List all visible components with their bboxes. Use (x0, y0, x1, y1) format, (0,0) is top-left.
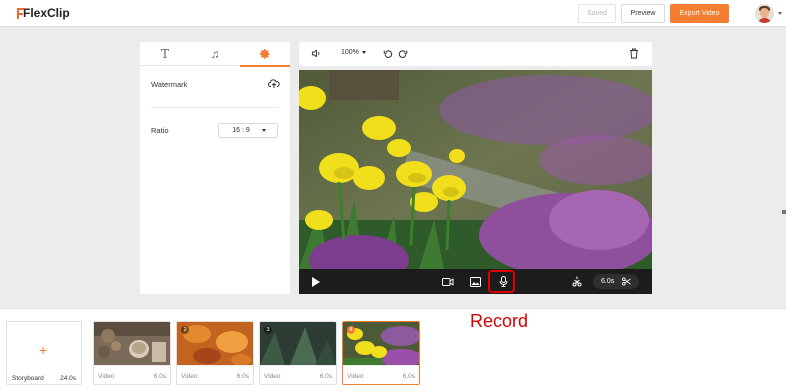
play-icon (312, 276, 320, 287)
redo-icon[interactable] (398, 49, 408, 59)
image-icon (470, 276, 481, 287)
play-button[interactable] (307, 273, 324, 290)
trash-icon[interactable] (629, 48, 639, 59)
ratio-label: Ratio (151, 126, 169, 135)
ratio-value: 16 : 9 (232, 127, 250, 134)
avatar-body (758, 18, 771, 23)
split-icon (572, 276, 581, 287)
clip-duration: 6.0s (319, 373, 332, 380)
clip-duration: 6.0s (236, 373, 249, 380)
clip-footer: Video 6.0s (260, 365, 336, 384)
clip-footer: Video 6.0s (94, 365, 170, 384)
scissors-icon (622, 277, 631, 286)
clip-duration: 6.0s (402, 373, 415, 380)
clip-thumbnail: 3 (260, 322, 336, 365)
panel-tabs: T ♫ (140, 42, 290, 67)
tab-settings[interactable] (240, 42, 290, 67)
add-scene-icon[interactable]: + (39, 342, 47, 358)
tab-text[interactable]: T (140, 42, 190, 66)
logo-text: FlexClip (23, 6, 70, 20)
volume-icon[interactable] (311, 48, 322, 59)
watermark-label: Watermark (151, 80, 188, 89)
still-life-thumbnail-image (94, 322, 170, 365)
chevron-down-icon[interactable] (778, 12, 782, 15)
player-controls: 6.0s (299, 269, 652, 294)
undo-icon[interactable] (383, 49, 393, 59)
clip-type: Video (181, 373, 198, 380)
clip-duration: 6.0s (153, 373, 166, 380)
clip-number: 2 (181, 326, 189, 334)
scrollbar-thumb[interactable] (782, 210, 786, 214)
text-icon: T (160, 47, 169, 61)
storyboard-card[interactable]: + Storyboard 24.0s (6, 321, 82, 385)
trim-duration-control[interactable]: 6.0s (593, 274, 639, 289)
cloud-upload-icon[interactable] (268, 78, 280, 89)
microphone-icon (499, 276, 508, 287)
storyboard-duration: 24.0s (60, 375, 76, 382)
add-video-button[interactable] (439, 273, 456, 290)
export-video-button[interactable]: Export Video (670, 4, 729, 23)
top-bar: FlexClip Saved Preview Export Video (0, 0, 786, 27)
clip-number: 3 (264, 326, 272, 334)
storyboard-label: Storyboard (12, 375, 44, 382)
clip-duration: 6.0s (601, 278, 615, 285)
timeline: + Storyboard 24.0s Video 6.0s 2 Video 6.… (0, 308, 786, 388)
clip-type: Video (347, 373, 364, 380)
music-note-icon: ♫ (210, 47, 220, 61)
preview-toolbar: 100% (299, 42, 652, 66)
timeline-clip[interactable]: Video 6.0s (93, 321, 171, 385)
timeline-clip-selected[interactable]: 4 Video 6.0s (342, 321, 420, 385)
divider (151, 107, 279, 108)
zoom-select[interactable]: 100% (341, 49, 366, 56)
ratio-select[interactable]: 16 : 9 (218, 123, 278, 138)
logo-mark-icon (17, 7, 24, 19)
clip-thumbnail: 2 (177, 322, 253, 365)
clip-footer: Video 6.0s (177, 365, 253, 384)
timeline-clip[interactable]: 3 Video 6.0s (259, 321, 337, 385)
clip-footer: Video 6.0s (343, 365, 419, 384)
video-camera-icon (441, 277, 453, 286)
gear-icon (260, 49, 270, 59)
add-image-button[interactable] (467, 273, 484, 290)
chevron-down-icon (262, 129, 266, 132)
settings-panel: T ♫ Watermark Ratio 16 : 9 (140, 42, 290, 294)
clip-thumbnail: 4 (343, 322, 419, 365)
flower-garden-image (299, 70, 652, 269)
saved-button[interactable]: Saved (578, 4, 616, 23)
clip-thumbnail (94, 322, 170, 365)
timeline-clip[interactable]: 2 Video 6.0s (176, 321, 254, 385)
video-preview[interactable] (299, 70, 652, 269)
clip-type: Video (98, 373, 115, 380)
record-button[interactable] (495, 273, 512, 290)
app-logo[interactable]: FlexClip (17, 6, 70, 20)
clip-number: 4 (347, 326, 355, 334)
zoom-value: 100% (341, 49, 359, 56)
avatar-face (760, 8, 769, 18)
clip-type: Video (264, 373, 281, 380)
record-annotation-label: Record (470, 311, 529, 331)
chevron-down-icon (361, 50, 366, 54)
split-button[interactable] (568, 273, 585, 290)
tab-music[interactable]: ♫ (190, 42, 240, 66)
preview-button[interactable]: Preview (621, 4, 665, 23)
avatar[interactable] (755, 4, 774, 23)
